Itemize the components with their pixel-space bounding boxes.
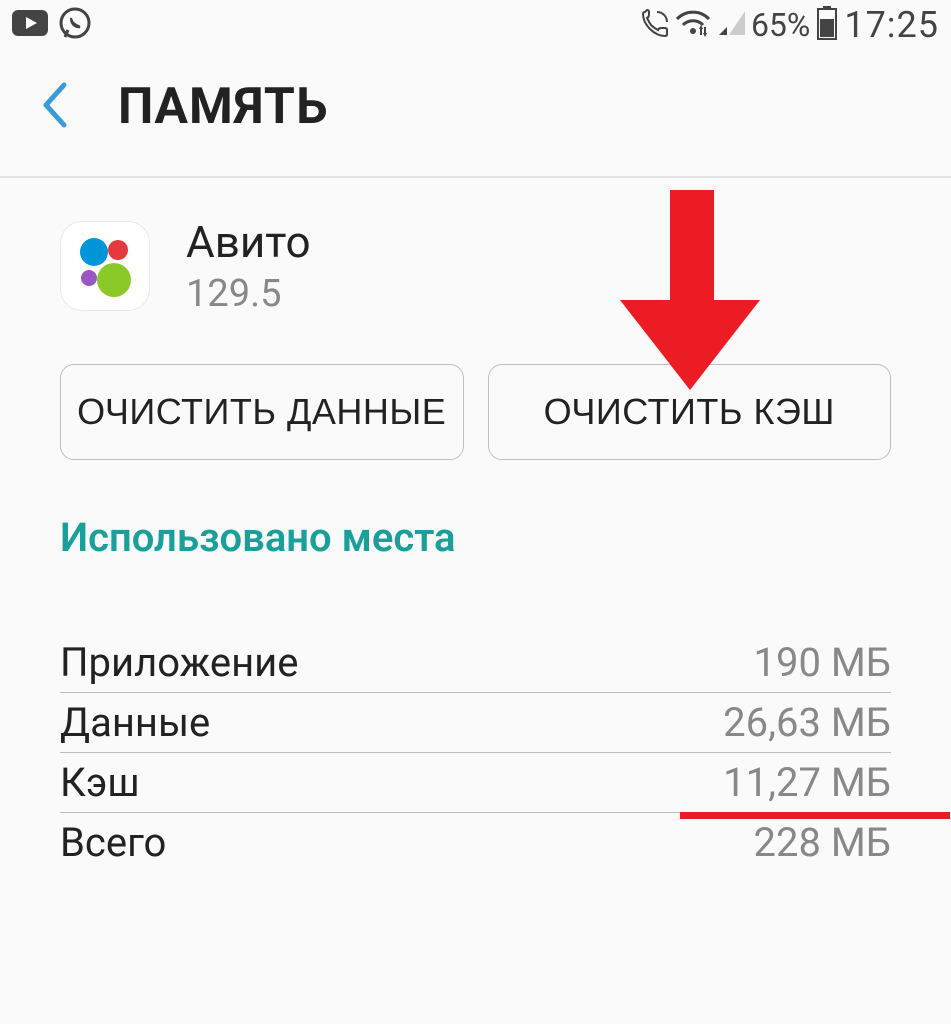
row-label: Всего	[60, 819, 166, 866]
row-cache: Кэш 11,27 МБ	[60, 753, 891, 813]
back-button[interactable]	[40, 81, 68, 133]
app-version: 129.5	[186, 272, 311, 316]
youtube-icon	[12, 10, 48, 40]
clear-cache-button[interactable]: ОЧИСТИТЬ КЭШ	[488, 364, 892, 460]
section-title: Использовано места	[0, 500, 951, 601]
wifi-icon	[675, 9, 711, 41]
row-label: Кэш	[60, 759, 140, 806]
header: ПАМЯТЬ	[0, 50, 951, 178]
battery-percent: 65%	[751, 6, 810, 44]
app-name: Авито	[186, 216, 311, 268]
row-app: Приложение 190 МБ	[60, 633, 891, 693]
signal-icon	[717, 9, 745, 41]
app-info-row: Авито 129.5	[0, 178, 951, 342]
clock: 17:25	[844, 4, 939, 46]
row-label: Приложение	[60, 639, 298, 686]
button-row: ОЧИСТИТЬ ДАННЫЕ ОЧИСТИТЬ КЭШ	[0, 342, 951, 500]
call-icon	[639, 8, 669, 42]
status-bar: 65% 17:25	[0, 0, 951, 50]
page-title: ПАМЯТЬ	[118, 78, 328, 136]
row-data: Данные 26,63 МБ	[60, 693, 891, 753]
row-value: 26,63 МБ	[723, 699, 891, 746]
clear-data-button[interactable]: ОЧИСТИТЬ ДАННЫЕ	[60, 364, 464, 460]
row-value: 228 МБ	[754, 819, 892, 866]
storage-rows: Приложение 190 МБ Данные 26,63 МБ Кэш 11…	[0, 601, 951, 872]
avito-app-icon	[60, 221, 150, 311]
row-label: Данные	[60, 699, 210, 746]
whatsapp-icon	[58, 6, 92, 44]
row-value: 190 МБ	[754, 639, 892, 686]
row-value: 11,27 МБ	[723, 759, 891, 806]
battery-icon	[816, 6, 838, 44]
row-total: Всего 228 МБ	[60, 813, 891, 872]
